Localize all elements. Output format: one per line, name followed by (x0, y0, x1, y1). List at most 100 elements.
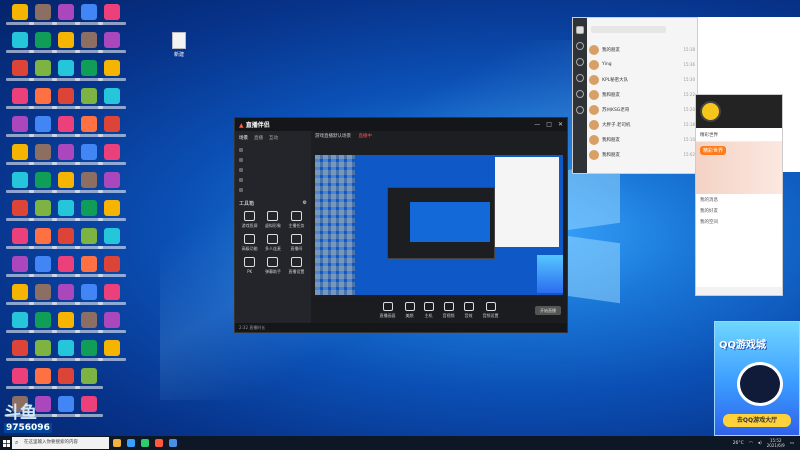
app-icon (35, 144, 51, 160)
app-icon (81, 368, 97, 384)
list-item[interactable]: 我的朋友 15:38 (589, 42, 695, 57)
star-icon[interactable] (576, 74, 584, 82)
source-row[interactable] (239, 156, 307, 163)
bottom-button[interactable]: 美颜 (404, 301, 415, 319)
contacts-icon[interactable] (576, 58, 584, 66)
app-icon (58, 60, 74, 76)
avatar (589, 44, 599, 55)
app-icon (35, 4, 51, 20)
game-menu-item[interactable]: 我的消息 (700, 197, 778, 205)
list-item[interactable]: 我和朋友 15:10 (589, 132, 695, 147)
tool-item[interactable]: 虚拟形象 (262, 211, 283, 229)
source-row[interactable] (239, 186, 307, 193)
source-row[interactable] (239, 166, 307, 173)
qq-icon[interactable] (169, 439, 177, 447)
source-row[interactable] (239, 146, 307, 153)
bottom-button[interactable]: 音视频 (443, 301, 455, 319)
preview-ad (537, 255, 563, 293)
app-icon (58, 172, 74, 188)
desktop-shortcut-icon[interactable] (75, 366, 103, 394)
app-icon (35, 60, 51, 76)
mic-icon (485, 301, 496, 311)
start-live-button[interactable]: 开始直播 (535, 306, 561, 315)
list-item[interactable]: KPL秘密大队 15:30 (589, 72, 695, 87)
weather-temperature[interactable]: 26°C (733, 441, 744, 446)
toolbox-grid: 游戏投屏 虚拟形象 主播任务 高级功能 多人连麦 直播间 PK 弹幕助手 直播设… (235, 209, 311, 277)
chat-app-icon[interactable] (141, 439, 149, 447)
tool-item[interactable]: 多人连麦 (262, 234, 283, 252)
desktop-shortcut-icon[interactable] (98, 86, 126, 114)
avatar[interactable] (700, 101, 721, 122)
list-item[interactable]: Ying 15:36 (589, 57, 695, 72)
menu-icon[interactable] (576, 106, 584, 114)
desktop-shortcut-icon[interactable] (98, 198, 126, 226)
live-preview[interactable] (315, 155, 563, 295)
game-menu-item[interactable]: 我的好友 (700, 208, 778, 216)
desktop-shortcut-icon[interactable] (98, 170, 126, 198)
tool-item[interactable]: 高级功能 (239, 234, 260, 252)
game-popup-window: 精彩世界 精彩世界 我的消息 我的好友 我的空间 (695, 94, 783, 296)
minimize-icon[interactable]: — (534, 121, 540, 128)
notification-icon[interactable]: ▭ (790, 441, 794, 446)
bottom-button[interactable]: 直播画面 (380, 301, 396, 319)
tool-item[interactable]: 直播设置 (286, 257, 307, 275)
wifi-icon[interactable]: ◠ (749, 441, 753, 446)
list-item[interactable]: 我和朋友 15:02 (589, 147, 695, 162)
desktop-shortcut-icon[interactable] (98, 338, 126, 366)
list-item[interactable]: 我和朋友 15:22 (589, 87, 695, 102)
taskbar-search-input[interactable]: 在这里输入你要搜索的内容 (12, 437, 109, 449)
tool-item[interactable]: PK (239, 257, 260, 275)
shortcut-label-bar (98, 190, 126, 193)
settings-icon[interactable]: ⚙ (303, 200, 307, 207)
desktop-file-icon[interactable]: 新建 (164, 32, 194, 60)
desktop-shortcut-icon[interactable] (75, 394, 103, 422)
list-item[interactable]: 苏州KSG老哥 15:20 (589, 102, 695, 117)
game-popup-header (696, 95, 782, 128)
source-row[interactable] (239, 176, 307, 183)
streaming-app-icon[interactable] (155, 439, 163, 447)
app-icon (35, 368, 51, 384)
tab-interact[interactable]: 互动 (269, 135, 278, 141)
tab-scene[interactable]: 场景 (239, 135, 248, 141)
desktop-shortcut-icon[interactable] (98, 114, 126, 142)
system-clock[interactable]: 15:52 2021/6/9 (767, 438, 785, 448)
start-button[interactable] (0, 436, 12, 450)
app-icon (35, 312, 51, 328)
game-menu-item[interactable]: 我的空间 (700, 219, 778, 227)
tool-icon (290, 211, 302, 221)
desktop-shortcut-icon[interactable] (98, 310, 126, 338)
game-tab-label[interactable]: 精彩世界 (700, 132, 718, 138)
list-item[interactable]: 大胖子.老司机 15:18 (589, 117, 695, 132)
tab-live[interactable]: 直播 (254, 135, 263, 141)
desktop-shortcut-icon[interactable] (98, 30, 126, 58)
bottom-button[interactable]: 主机 (423, 301, 434, 319)
tool-icon (244, 211, 256, 221)
tool-item[interactable]: 游戏投屏 (239, 211, 260, 229)
file-explorer-icon[interactable] (113, 439, 121, 447)
close-icon[interactable]: ✕ (558, 121, 563, 128)
edge-icon[interactable] (127, 439, 135, 447)
app-icon (58, 396, 74, 412)
avatar[interactable] (576, 26, 584, 34)
tool-item[interactable]: 主播任务 (286, 211, 307, 229)
bottom-button[interactable]: 音效 (463, 301, 474, 319)
bottom-button[interactable]: 音频设置 (483, 301, 499, 319)
app-icon (58, 228, 74, 244)
folder-icon[interactable] (576, 90, 584, 98)
volume-icon[interactable]: ◂) (758, 441, 762, 446)
tool-item[interactable]: 直播间 (286, 234, 307, 252)
game-banner[interactable]: 精彩世界 (696, 142, 782, 194)
qq-game-ad[interactable]: QQ游戏城 去QQ游戏大厅 (714, 321, 800, 436)
avatar (589, 134, 599, 145)
maximize-icon[interactable]: □ (546, 121, 552, 128)
chat-search-input[interactable] (591, 26, 666, 33)
desktop-shortcut-icon[interactable] (98, 2, 126, 30)
message-icon[interactable] (576, 42, 584, 50)
desktop-shortcut-icon[interactable] (98, 254, 126, 282)
desktop-shortcut-icon[interactable] (98, 142, 126, 170)
desktop-shortcut-icon[interactable] (98, 282, 126, 310)
desktop-shortcut-icon[interactable] (98, 226, 126, 254)
tool-item[interactable]: 弹幕助手 (262, 257, 283, 275)
ad-cta-button[interactable]: 去QQ游戏大厅 (723, 414, 791, 427)
desktop-shortcut-icon[interactable] (98, 58, 126, 86)
